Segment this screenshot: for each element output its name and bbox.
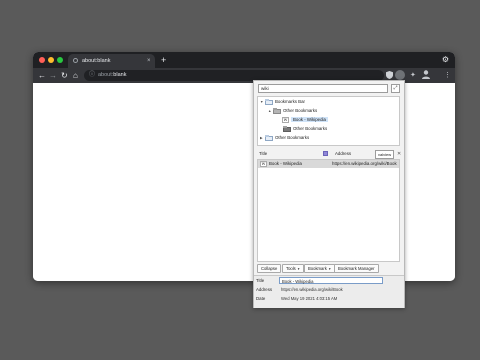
folder-icon	[265, 99, 273, 105]
row-address: https://en.wikipedia.org/wiki/Book	[332, 161, 397, 166]
address-field-label: Address	[256, 287, 273, 292]
browser-tab[interactable]: about:blank ×	[68, 54, 155, 68]
menu-icon[interactable]: ⋮	[444, 71, 451, 80]
tree-node-label: Other Bookmarks	[275, 135, 310, 140]
view-button[interactable]: valview	[375, 150, 395, 159]
tree-node-other-bookmarks[interactable]: ▲ Other Bookmarks	[268, 107, 317, 115]
folder-icon	[273, 108, 281, 114]
title-field-label: Title	[256, 278, 265, 283]
title-bar: about:blank × + ⚙	[33, 52, 455, 68]
chevron-down-icon: ▾	[297, 267, 300, 271]
address-column-header[interactable]: Address	[335, 150, 351, 158]
bookmarks-search-popup: wiki ⤢ ▼ Bookmarks Bar ▲ Other Bookmarks W…	[253, 80, 405, 308]
date-value: Wed May 19 2021 4:03:15 AM	[281, 296, 338, 301]
collapse-button[interactable]: Collapse	[257, 264, 282, 273]
bookmark-folder-tree: ▼ Bookmarks Bar ▲ Other Bookmarks W Book - …	[257, 96, 400, 146]
close-icon[interactable]: ✕	[397, 150, 401, 158]
address-field[interactable]: https://en.wikipedia.org/wiki/Book	[279, 286, 383, 293]
tree-node-other-bookmarks-nested[interactable]: Other Bookmarks	[278, 125, 327, 133]
reload-icon[interactable]: ↻	[61, 70, 68, 81]
new-tab-button[interactable]: +	[161, 53, 166, 67]
title-field[interactable]: Book - Wikipedia	[279, 277, 383, 284]
tools-label: Tools	[286, 266, 296, 271]
tree-node-label: Other Bookmarks	[283, 108, 318, 113]
tree-node-label: Bookmarks Bar	[275, 99, 306, 104]
tree-node-book-wikipedia[interactable]: W Book - Wikipedia	[282, 116, 328, 124]
tab-close-icon[interactable]: ×	[147, 54, 151, 68]
tools-button[interactable]: Tools ▾	[282, 264, 304, 273]
expand-icon[interactable]: ⤢	[391, 84, 400, 93]
forward-icon[interactable]: →	[49, 70, 57, 81]
column-toggle-icon[interactable]	[323, 151, 328, 156]
folder-icon	[283, 126, 291, 132]
wikipedia-icon: W	[282, 117, 289, 123]
minimize-window-button[interactable]	[48, 57, 54, 63]
tab-title: about:blank	[82, 58, 111, 64]
wikipedia-icon: W	[260, 161, 267, 167]
bookmark-list-header: Title Address valview ✕	[257, 150, 401, 159]
date-field-label: Date	[256, 296, 266, 301]
close-window-button[interactable]	[39, 57, 45, 63]
bookmark-manager-button[interactable]: Bookmark Manager	[334, 264, 379, 273]
maximize-window-button[interactable]	[57, 57, 63, 63]
account-icon[interactable]	[422, 70, 430, 82]
row-title: W Book - Wikipedia	[260, 160, 302, 168]
bookmark-label: Bookmark	[308, 266, 327, 271]
collapse-toggle-icon[interactable]: ▲	[268, 107, 272, 115]
bookmark-button[interactable]: Bookmark ▾	[304, 264, 335, 273]
url-path: blank	[113, 72, 127, 78]
title-column-header[interactable]: Title	[259, 150, 267, 158]
profile-extension-icon[interactable]	[395, 70, 405, 80]
settings-icon[interactable]: ⚙	[442, 54, 449, 66]
bookmark-search-input[interactable]: wiki	[258, 84, 388, 93]
bookmark-results-list: W Book - Wikipedia https://en.wikipedia.o…	[257, 159, 400, 262]
expand-toggle-icon[interactable]: ▶	[260, 134, 264, 142]
bookmark-details: Title Book - Wikipedia Address https://e…	[254, 275, 404, 308]
tree-node-label: Other Bookmarks	[293, 126, 328, 131]
home-icon[interactable]: ⌂	[73, 70, 78, 81]
extensions-icon[interactable]: ✦	[410, 71, 416, 80]
tree-node-label: Book - Wikipedia	[291, 117, 328, 122]
url-scheme: about:	[98, 72, 114, 78]
collapse-toggle-icon[interactable]: ▼	[260, 98, 264, 106]
address-text: about:blank	[98, 70, 126, 81]
tree-node-other-bookmarks-root[interactable]: ▶ Other Bookmarks	[260, 134, 309, 142]
folder-icon	[265, 135, 273, 141]
chevron-down-icon: ▾	[328, 267, 331, 271]
info-icon[interactable]: ⓘ	[89, 71, 95, 80]
back-icon[interactable]: ←	[38, 70, 46, 81]
list-item[interactable]: W Book - Wikipedia https://en.wikipedia.o…	[258, 160, 399, 168]
row-title-text: Book - Wikipedia	[269, 161, 302, 166]
tree-node-bookmarks-bar[interactable]: ▼ Bookmarks Bar	[260, 98, 305, 106]
globe-icon	[73, 58, 78, 63]
